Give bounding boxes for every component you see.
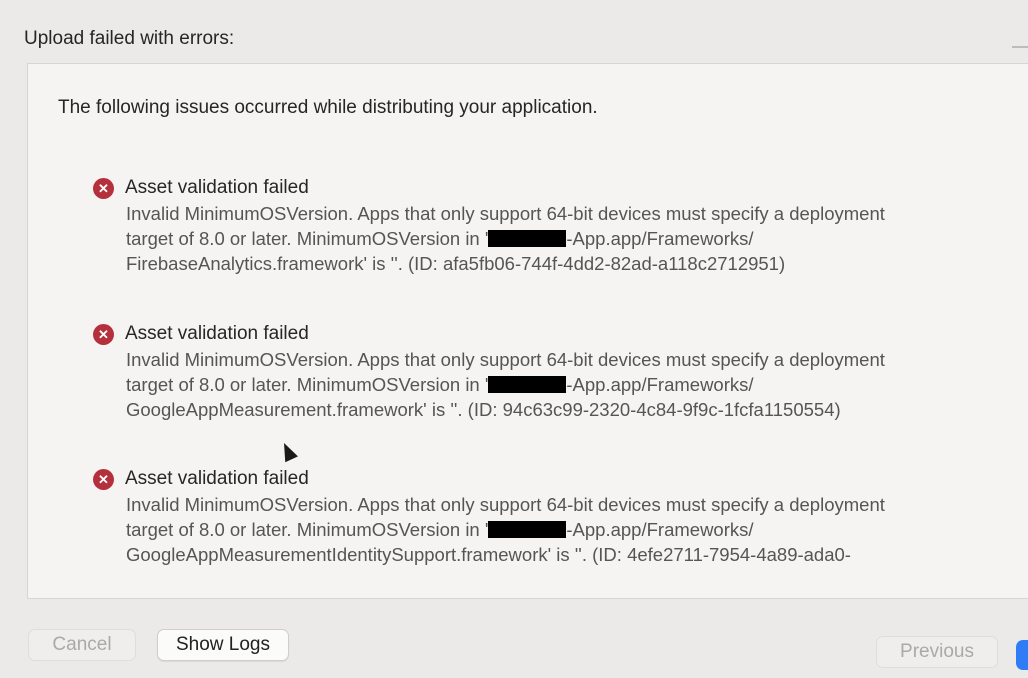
issue-line: target of 8.0 or later. MinimumOSVersion… bbox=[126, 517, 1023, 542]
issue-line: Invalid MinimumOSVersion. Apps that only… bbox=[126, 349, 885, 370]
redacted-block bbox=[488, 230, 567, 247]
issue-title: Asset validation failed bbox=[125, 323, 309, 344]
previous-button[interactable]: Previous bbox=[876, 636, 998, 668]
issue-item: ✕ Asset validation failed Invalid Minimu… bbox=[93, 175, 1023, 276]
issue-line: Invalid MinimumOSVersion. Apps that only… bbox=[126, 494, 885, 515]
issue-title: Asset validation failed bbox=[125, 468, 309, 489]
issue-line: GoogleAppMeasurementIdentitySupport.fram… bbox=[126, 544, 851, 565]
redacted-block bbox=[488, 376, 567, 393]
dialog-heading: Upload failed with errors: bbox=[24, 28, 235, 49]
issue-line-part: target of 8.0 or later. MinimumOSVersion… bbox=[126, 228, 489, 249]
issue-line-part: target of 8.0 or later. MinimumOSVersion… bbox=[126, 519, 489, 540]
upload-errors-dialog: Upload failed with errors: The following… bbox=[0, 0, 1028, 678]
show-logs-button[interactable]: Show Logs bbox=[157, 629, 289, 661]
issue-line: Invalid MinimumOSVersion. Apps that only… bbox=[126, 203, 885, 224]
issue-line: GoogleAppMeasurement.framework' is ''. (… bbox=[126, 399, 841, 420]
issues-panel: The following issues occurred while dist… bbox=[27, 63, 1028, 599]
issue-title-row: ✕ Asset validation failed bbox=[93, 466, 1023, 492]
issue-item: ✕ Asset validation failed Invalid Minimu… bbox=[93, 321, 1023, 422]
error-icon: ✕ bbox=[93, 323, 114, 345]
issue-line: FirebaseAnalytics.framework' is ''. (ID:… bbox=[126, 253, 786, 274]
issue-title: Asset validation failed bbox=[125, 177, 309, 198]
issue-line: target of 8.0 or later. MinimumOSVersion… bbox=[126, 372, 1023, 397]
intro-text: The following issues occurred while dist… bbox=[58, 97, 598, 118]
error-icon: ✕ bbox=[93, 468, 114, 490]
issue-line-part: -App.app/Frameworks/ bbox=[566, 374, 754, 395]
issue-description: Invalid MinimumOSVersion. Apps that only… bbox=[126, 347, 1023, 422]
issue-title-row: ✕ Asset validation failed bbox=[93, 321, 1023, 347]
issue-line-part: -App.app/Frameworks/ bbox=[566, 228, 754, 249]
error-icon: ✕ bbox=[93, 177, 114, 199]
issue-item: ✕ Asset validation failed Invalid Minimu… bbox=[93, 466, 1023, 567]
window-edge-mark bbox=[1012, 46, 1028, 48]
redacted-block bbox=[488, 521, 567, 538]
next-button[interactable] bbox=[1016, 640, 1028, 670]
cancel-button[interactable]: Cancel bbox=[28, 629, 136, 661]
issue-description: Invalid MinimumOSVersion. Apps that only… bbox=[126, 201, 1023, 276]
issue-title-row: ✕ Asset validation failed bbox=[93, 175, 1023, 201]
issue-line-part: -App.app/Frameworks/ bbox=[566, 519, 754, 540]
issue-description: Invalid MinimumOSVersion. Apps that only… bbox=[126, 492, 1023, 567]
issue-line-part: target of 8.0 or later. MinimumOSVersion… bbox=[126, 374, 489, 395]
issue-line: target of 8.0 or later. MinimumOSVersion… bbox=[126, 226, 1023, 251]
